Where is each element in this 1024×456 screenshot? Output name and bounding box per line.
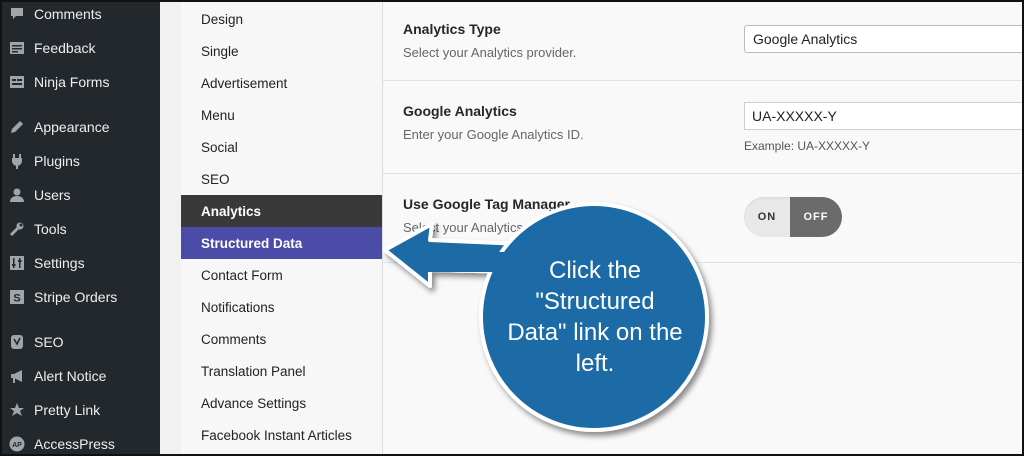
toggle-off-label: OFF [790,197,842,237]
nav-item-advance-settings[interactable]: Advance Settings [181,387,382,419]
wp-menu-label: Feedback [34,40,96,56]
wp-menu-accesspress[interactable]: AP AccessPress [0,430,160,456]
tag-manager-description: Select your Analytics pr [403,220,539,235]
wp-menu-label: Tools [34,221,67,237]
stripe-icon: S [0,289,34,305]
forms-icon [0,74,34,90]
google-analytics-id-input[interactable] [744,102,1024,130]
wp-menu-label: Pretty Link [34,402,101,418]
svg-text:AP: AP [12,442,22,449]
analytics-type-title: Analytics Type [403,21,501,37]
settings-icon [0,255,34,271]
nav-item-menu[interactable]: Menu [181,99,382,131]
wp-menu-stripe-orders[interactable]: S Stripe Orders [0,283,160,311]
wp-menu-label: Users [34,187,71,203]
wp-menu-comments[interactable]: Comments [0,0,160,28]
nav-item-contact-form[interactable]: Contact Form [181,259,382,291]
analytics-type-select[interactable]: Google Analytics [744,25,1024,53]
google-analytics-title: Google Analytics [403,103,517,119]
comments-icon [0,6,34,22]
theme-options-nav: Design Single Advertisement Menu Social … [181,0,383,456]
ap-icon: AP [0,436,34,452]
nav-item-design[interactable]: Design [181,3,382,35]
feedback-icon [0,40,34,56]
nav-item-single[interactable]: Single [181,35,382,67]
nav-item-facebook-instant-articles[interactable]: Facebook Instant Articles [181,419,382,451]
wp-menu-label: Comments [34,6,102,22]
wp-menu-feedback[interactable]: Feedback [0,34,160,62]
megaphone-icon [0,368,34,384]
wp-menu-label: Settings [34,255,85,271]
users-icon [0,187,34,203]
wp-admin-sidebar: Comments Feedback Ninja Forms Appearance… [0,0,160,456]
toggle-on-label: ON [757,211,777,223]
nav-item-analytics[interactable]: Analytics [181,195,382,227]
wp-menu-users[interactable]: Users [0,181,160,209]
nav-item-comments[interactable]: Comments [181,323,382,355]
wp-menu-label: Ninja Forms [34,74,110,90]
analytics-type-row: Analytics Type Select your Analytics pro… [383,0,1024,81]
nav-item-advertisement[interactable]: Advertisement [181,67,382,99]
google-analytics-example: Example: UA-XXXXX-Y [744,139,871,153]
tools-icon [0,221,34,237]
tag-manager-title: Use Google Tag Manager [403,196,570,212]
svg-text:S: S [13,293,20,305]
nav-item-seo[interactable]: SEO [181,163,382,195]
wp-menu-alert-notice[interactable]: Alert Notice [0,362,160,390]
nav-item-structured-data[interactable]: Structured Data [181,227,382,259]
star-icon [0,402,34,418]
wp-menu-ninja-forms[interactable]: Ninja Forms [0,68,160,96]
callout-text: Click the "Structured Data" link on the … [507,257,683,377]
wp-menu-tools[interactable]: Tools [0,215,160,243]
wp-menu-pretty-link[interactable]: Pretty Link [0,396,160,424]
wp-menu-label: Plugins [34,153,80,169]
nav-item-notifications[interactable]: Notifications [181,291,382,323]
wp-menu-label: Stripe Orders [34,289,118,305]
nav-item-social[interactable]: Social [181,131,382,163]
google-analytics-description: Enter your Google Analytics ID. [403,127,584,142]
wp-menu-label: AccessPress [34,436,115,452]
wp-menu-appearance[interactable]: Appearance [0,113,160,141]
analytics-type-description: Select your Analytics provider. [403,45,577,60]
tag-manager-row: Use Google Tag Manager Select your Analy… [383,174,1024,263]
nav-item-translation-panel[interactable]: Translation Panel [181,355,382,387]
wp-menu-settings[interactable]: Settings [0,249,160,277]
wp-menu-seo[interactable]: SEO [0,328,160,356]
appearance-icon [0,119,34,135]
analytics-settings-panel: Analytics Type Select your Analytics pro… [383,0,1024,456]
tag-manager-toggle[interactable]: ON OFF [744,197,842,237]
wp-menu-plugins[interactable]: Plugins [0,147,160,175]
plugins-icon [0,153,34,169]
wp-menu-label: SEO [34,334,64,350]
wp-menu-label: Appearance [34,119,110,135]
seo-icon [0,334,34,350]
wp-menu-label: Alert Notice [34,368,107,384]
